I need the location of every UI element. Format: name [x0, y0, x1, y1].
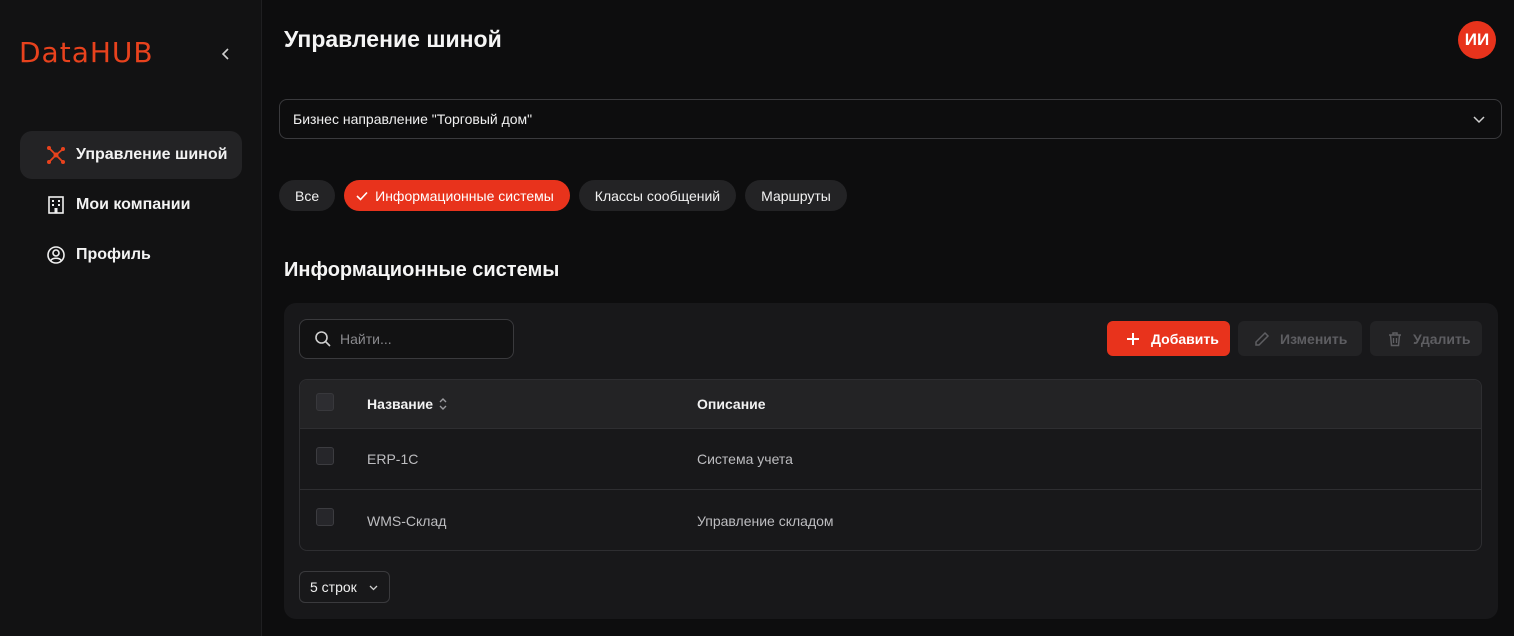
chip-routes[interactable]: Маршруты — [745, 180, 847, 211]
avatar[interactable]: ИИ — [1458, 21, 1496, 59]
chip-message-classes[interactable]: Классы сообщений — [578, 180, 737, 211]
sidebar-item-label: Управление шиной — [76, 146, 228, 163]
row-checkbox[interactable] — [316, 447, 334, 465]
rows-per-page-value: 5 строк — [310, 579, 357, 595]
systems-table: Название Описание ERP-1C Система учета W… — [299, 379, 1482, 551]
sidebar-item-bus-management[interactable]: Управление шиной — [20, 131, 242, 179]
sidebar-item-label: Профиль — [76, 246, 151, 263]
page-title: Управление шиной — [284, 26, 502, 52]
add-button-label: Добавить — [1151, 330, 1219, 347]
systems-panel: Добавить Изменить Удалить Название Описа… — [284, 303, 1498, 619]
cell-description: Система учета — [697, 451, 793, 467]
logo-text-hub: HUB — [89, 36, 154, 69]
business-direction-select[interactable]: Бизнес направление "Торговый дом" — [279, 99, 1502, 139]
section-title: Информационные системы — [284, 259, 560, 281]
delete-button-label: Удалить — [1413, 330, 1471, 347]
chevron-left-icon — [221, 48, 229, 60]
sidebar-nav: Управление шиной Мои компании Профиль — [20, 131, 242, 281]
business-direction-value: Бизнес направление "Торговый дом" — [293, 111, 533, 127]
plus-icon — [1125, 331, 1141, 347]
column-header-name-label: Название — [367, 396, 434, 412]
chip-label: Маршруты — [761, 187, 831, 204]
chip-all[interactable]: Все — [279, 180, 336, 211]
cell-name: WMS-Склад — [367, 512, 447, 529]
table-header: Название Описание — [300, 380, 1481, 429]
edit-button[interactable]: Изменить — [1238, 321, 1362, 356]
datahub-logo[interactable]: Data HUB — [19, 36, 154, 69]
sidebar-item-my-companies[interactable]: Мои компании — [20, 181, 242, 229]
chip-label: Классы сообщений — [594, 187, 721, 204]
sidebar: Data HUB Управление шиной Мои компании П… — [0, 0, 262, 636]
column-header-name[interactable]: Название — [367, 396, 448, 412]
row-checkbox[interactable] — [316, 508, 334, 526]
table-row[interactable]: WMS-Склад Управление складом — [300, 490, 1481, 550]
network-icon — [46, 145, 66, 165]
building-icon — [46, 195, 66, 215]
trash-icon — [1387, 331, 1403, 347]
rows-per-page-select[interactable]: 5 строк — [299, 571, 390, 603]
chip-label: Все — [295, 187, 320, 204]
chevron-down-icon — [369, 585, 378, 591]
logo-text-data: Data — [19, 36, 90, 69]
filter-chips: Все Информационные системы Классы сообще… — [279, 180, 847, 211]
select-all-checkbox[interactable] — [316, 393, 334, 411]
delete-button[interactable]: Удалить — [1370, 321, 1482, 356]
collapse-sidebar-button[interactable] — [216, 44, 236, 64]
sort-icon — [439, 398, 447, 410]
edit-button-label: Изменить — [1280, 330, 1348, 347]
search-box — [299, 319, 514, 359]
search-icon — [315, 331, 331, 347]
check-icon — [356, 191, 368, 201]
add-button[interactable]: Добавить — [1107, 321, 1230, 356]
sidebar-item-profile[interactable]: Профиль — [20, 231, 242, 279]
chip-information-systems[interactable]: Информационные системы — [344, 180, 570, 211]
table-row[interactable]: ERP-1C Система учета — [300, 429, 1481, 490]
cell-description: Управление складом — [697, 512, 834, 529]
chip-label: Информационные системы — [375, 187, 554, 204]
chevron-down-icon — [1473, 116, 1485, 124]
cell-name: ERP-1C — [367, 451, 419, 467]
search-input[interactable] — [340, 331, 500, 347]
sidebar-item-label: Мои компании — [76, 196, 191, 213]
user-circle-icon — [46, 245, 66, 265]
column-header-description: Описание — [697, 396, 766, 412]
pencil-icon — [1254, 331, 1270, 347]
